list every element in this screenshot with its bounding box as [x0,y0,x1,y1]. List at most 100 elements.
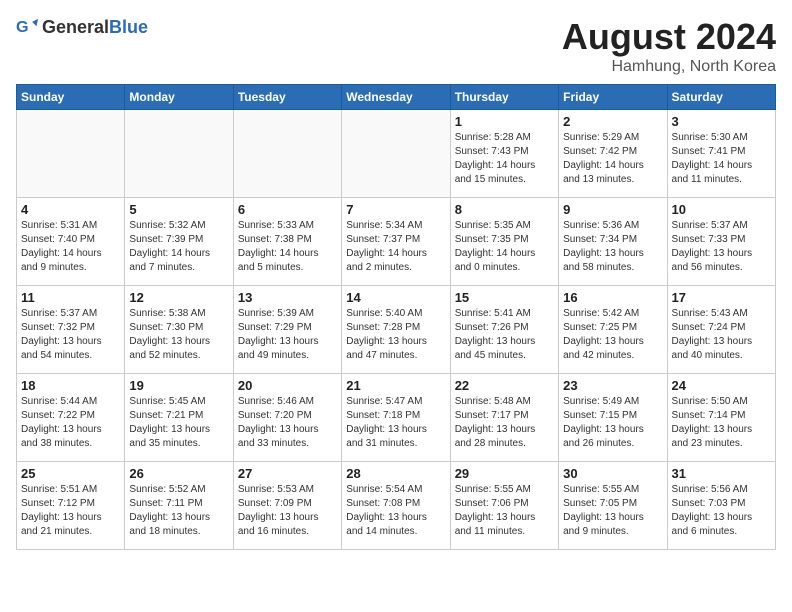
day-info: Sunrise: 5:53 AMSunset: 7:09 PMDaylight:… [238,483,337,539]
calendar-cell: 2Sunrise: 5:29 AMSunset: 7:42 PMDaylight… [559,110,667,198]
calendar-cell: 27 Sunrise: 5:53 AMSunset: 7:09 PMDayligh… [233,462,341,550]
day-info: Sunrise: 5:52 AMSunset: 7:11 PMDaylight:… [129,483,228,539]
day-number: 15 [455,290,554,305]
weekday-header-sunday: Sunday [17,85,125,110]
calendar-cell: 6 Sunrise: 5:33 AMSunset: 7:38 PMDaylight… [233,198,341,286]
day-info: Sunrise: 5:33 AMSunset: 7:38 PMDaylight:… [238,219,337,275]
week-row-3: 11 Sunrise: 5:37 AMSunset: 7:32 PMDayligh… [17,286,776,374]
location: Hamhung, North Korea [562,58,776,76]
day-info: Sunrise: 5:47 AMSunset: 7:18 PMDaylight:… [346,395,445,451]
day-number: 9 [563,202,662,217]
calendar-cell: 9 Sunrise: 5:36 AMSunset: 7:34 PMDaylight… [559,198,667,286]
month-year: August 2024 [562,16,776,58]
day-number: 8 [455,202,554,217]
weekday-header-monday: Monday [125,85,233,110]
day-info: Sunrise: 5:28 AMSunset: 7:43 PMDaylight:… [455,131,554,187]
week-row-4: 18 Sunrise: 5:44 AMSunset: 7:22 PMDayligh… [17,374,776,462]
day-info: Sunrise: 5:40 AMSunset: 7:28 PMDaylight:… [346,307,445,363]
day-number: 16 [563,290,662,305]
calendar-cell: 7 Sunrise: 5:34 AMSunset: 7:37 PMDaylight… [342,198,450,286]
day-number: 13 [238,290,337,305]
logo: G GeneralBlue [16,16,148,38]
calendar-cell: 1 Sunrise: 5:28 AMSunset: 7:43 PMDaylight… [450,110,558,198]
day-number: 25 [21,466,120,481]
day-number: 12 [129,290,228,305]
calendar-cell: 25 Sunrise: 5:51 AMSunset: 7:12 PMDayligh… [17,462,125,550]
calendar-cell: 14 Sunrise: 5:40 AMSunset: 7:28 PMDayligh… [342,286,450,374]
day-number: 22 [455,378,554,393]
day-info: Sunrise: 5:32 AMSunset: 7:39 PMDaylight:… [129,219,228,275]
day-info: Sunrise: 5:55 AMSunset: 7:06 PMDaylight:… [455,483,554,539]
day-number: 14 [346,290,445,305]
calendar-cell: 29 Sunrise: 5:55 AMSunset: 7:06 PMDayligh… [450,462,558,550]
calendar-table: SundayMondayTuesdayWednesdayThursdayFrid… [16,84,776,550]
calendar-cell: 13 Sunrise: 5:39 AMSunset: 7:29 PMDayligh… [233,286,341,374]
day-info: Sunrise: 5:50 AMSunset: 7:14 PMDaylight:… [672,395,771,451]
calendar-cell: 15 Sunrise: 5:41 AMSunset: 7:26 PMDayligh… [450,286,558,374]
svg-text:G: G [16,18,29,36]
day-info: Sunrise: 5:39 AMSunset: 7:29 PMDaylight:… [238,307,337,363]
day-info: Sunrise: 5:45 AMSunset: 7:21 PMDaylight:… [129,395,228,451]
day-info: Sunrise: 5:46 AMSunset: 7:20 PMDaylight:… [238,395,337,451]
day-info: Sunrise: 5:49 AMSunset: 7:15 PMDaylight:… [563,395,662,451]
day-info: Sunrise: 5:37 AMSunset: 7:33 PMDaylight:… [672,219,771,275]
calendar-cell: 17 Sunrise: 5:43 AMSunset: 7:24 PMDayligh… [667,286,775,374]
calendar-cell: 24Sunrise: 5:50 AMSunset: 7:14 PMDayligh… [667,374,775,462]
calendar-cell: 18 Sunrise: 5:44 AMSunset: 7:22 PMDayligh… [17,374,125,462]
day-info: Sunrise: 5:51 AMSunset: 7:12 PMDaylight:… [21,483,120,539]
weekday-header-wednesday: Wednesday [342,85,450,110]
calendar-cell: 5Sunrise: 5:32 AMSunset: 7:39 PMDaylight… [125,198,233,286]
day-number: 3 [672,114,771,129]
day-info: Sunrise: 5:41 AMSunset: 7:26 PMDaylight:… [455,307,554,363]
day-info: Sunrise: 5:31 AMSunset: 7:40 PMDaylight:… [21,219,120,275]
weekday-header-thursday: Thursday [450,85,558,110]
weekday-header-saturday: Saturday [667,85,775,110]
calendar-cell: 16Sunrise: 5:42 AMSunset: 7:25 PMDayligh… [559,286,667,374]
calendar-cell: 11 Sunrise: 5:37 AMSunset: 7:32 PMDayligh… [17,286,125,374]
calendar-cell: 30Sunrise: 5:55 AMSunset: 7:05 PMDayligh… [559,462,667,550]
day-info: Sunrise: 5:29 AMSunset: 7:42 PMDaylight:… [563,131,662,187]
day-number: 7 [346,202,445,217]
weekday-header-row: SundayMondayTuesdayWednesdayThursdayFrid… [17,85,776,110]
calendar-cell: 23Sunrise: 5:49 AMSunset: 7:15 PMDayligh… [559,374,667,462]
day-number: 27 [238,466,337,481]
day-info: Sunrise: 5:48 AMSunset: 7:17 PMDaylight:… [455,395,554,451]
day-number: 20 [238,378,337,393]
calendar-cell: 10Sunrise: 5:37 AMSunset: 7:33 PMDayligh… [667,198,775,286]
calendar-cell [125,110,233,198]
calendar-cell: 28Sunrise: 5:54 AMSunset: 7:08 PMDayligh… [342,462,450,550]
day-info: Sunrise: 5:36 AMSunset: 7:34 PMDaylight:… [563,219,662,275]
weekday-header-friday: Friday [559,85,667,110]
header: G GeneralBlue August 2024 Hamhung, North… [16,16,776,76]
calendar-cell: 4 Sunrise: 5:31 AMSunset: 7:40 PMDaylight… [17,198,125,286]
day-number: 29 [455,466,554,481]
calendar-cell: 20 Sunrise: 5:46 AMSunset: 7:20 PMDayligh… [233,374,341,462]
day-info: Sunrise: 5:54 AMSunset: 7:08 PMDaylight:… [346,483,445,539]
day-number: 19 [129,378,228,393]
day-number: 11 [21,290,120,305]
calendar-cell: 22 Sunrise: 5:48 AMSunset: 7:17 PMDayligh… [450,374,558,462]
logo-icon: G [16,16,38,38]
calendar-cell: 19 Sunrise: 5:45 AMSunset: 7:21 PMDayligh… [125,374,233,462]
day-number: 6 [238,202,337,217]
day-info: Sunrise: 5:34 AMSunset: 7:37 PMDaylight:… [346,219,445,275]
logo-text-blue: Blue [109,17,148,37]
calendar-cell: 21 Sunrise: 5:47 AMSunset: 7:18 PMDayligh… [342,374,450,462]
day-number: 26 [129,466,228,481]
weekday-header-tuesday: Tuesday [233,85,341,110]
calendar-cell: 8Sunrise: 5:35 AMSunset: 7:35 PMDaylight… [450,198,558,286]
day-info: Sunrise: 5:37 AMSunset: 7:32 PMDaylight:… [21,307,120,363]
calendar-cell [233,110,341,198]
day-number: 1 [455,114,554,129]
week-row-2: 4 Sunrise: 5:31 AMSunset: 7:40 PMDaylight… [17,198,776,286]
week-row-5: 25 Sunrise: 5:51 AMSunset: 7:12 PMDayligh… [17,462,776,550]
day-info: Sunrise: 5:43 AMSunset: 7:24 PMDaylight:… [672,307,771,363]
day-info: Sunrise: 5:44 AMSunset: 7:22 PMDaylight:… [21,395,120,451]
day-number: 18 [21,378,120,393]
day-number: 4 [21,202,120,217]
calendar-cell: 3 Sunrise: 5:30 AMSunset: 7:41 PMDaylight… [667,110,775,198]
day-number: 21 [346,378,445,393]
calendar-cell: 26 Sunrise: 5:52 AMSunset: 7:11 PMDayligh… [125,462,233,550]
day-info: Sunrise: 5:30 AMSunset: 7:41 PMDaylight:… [672,131,771,187]
day-number: 17 [672,290,771,305]
